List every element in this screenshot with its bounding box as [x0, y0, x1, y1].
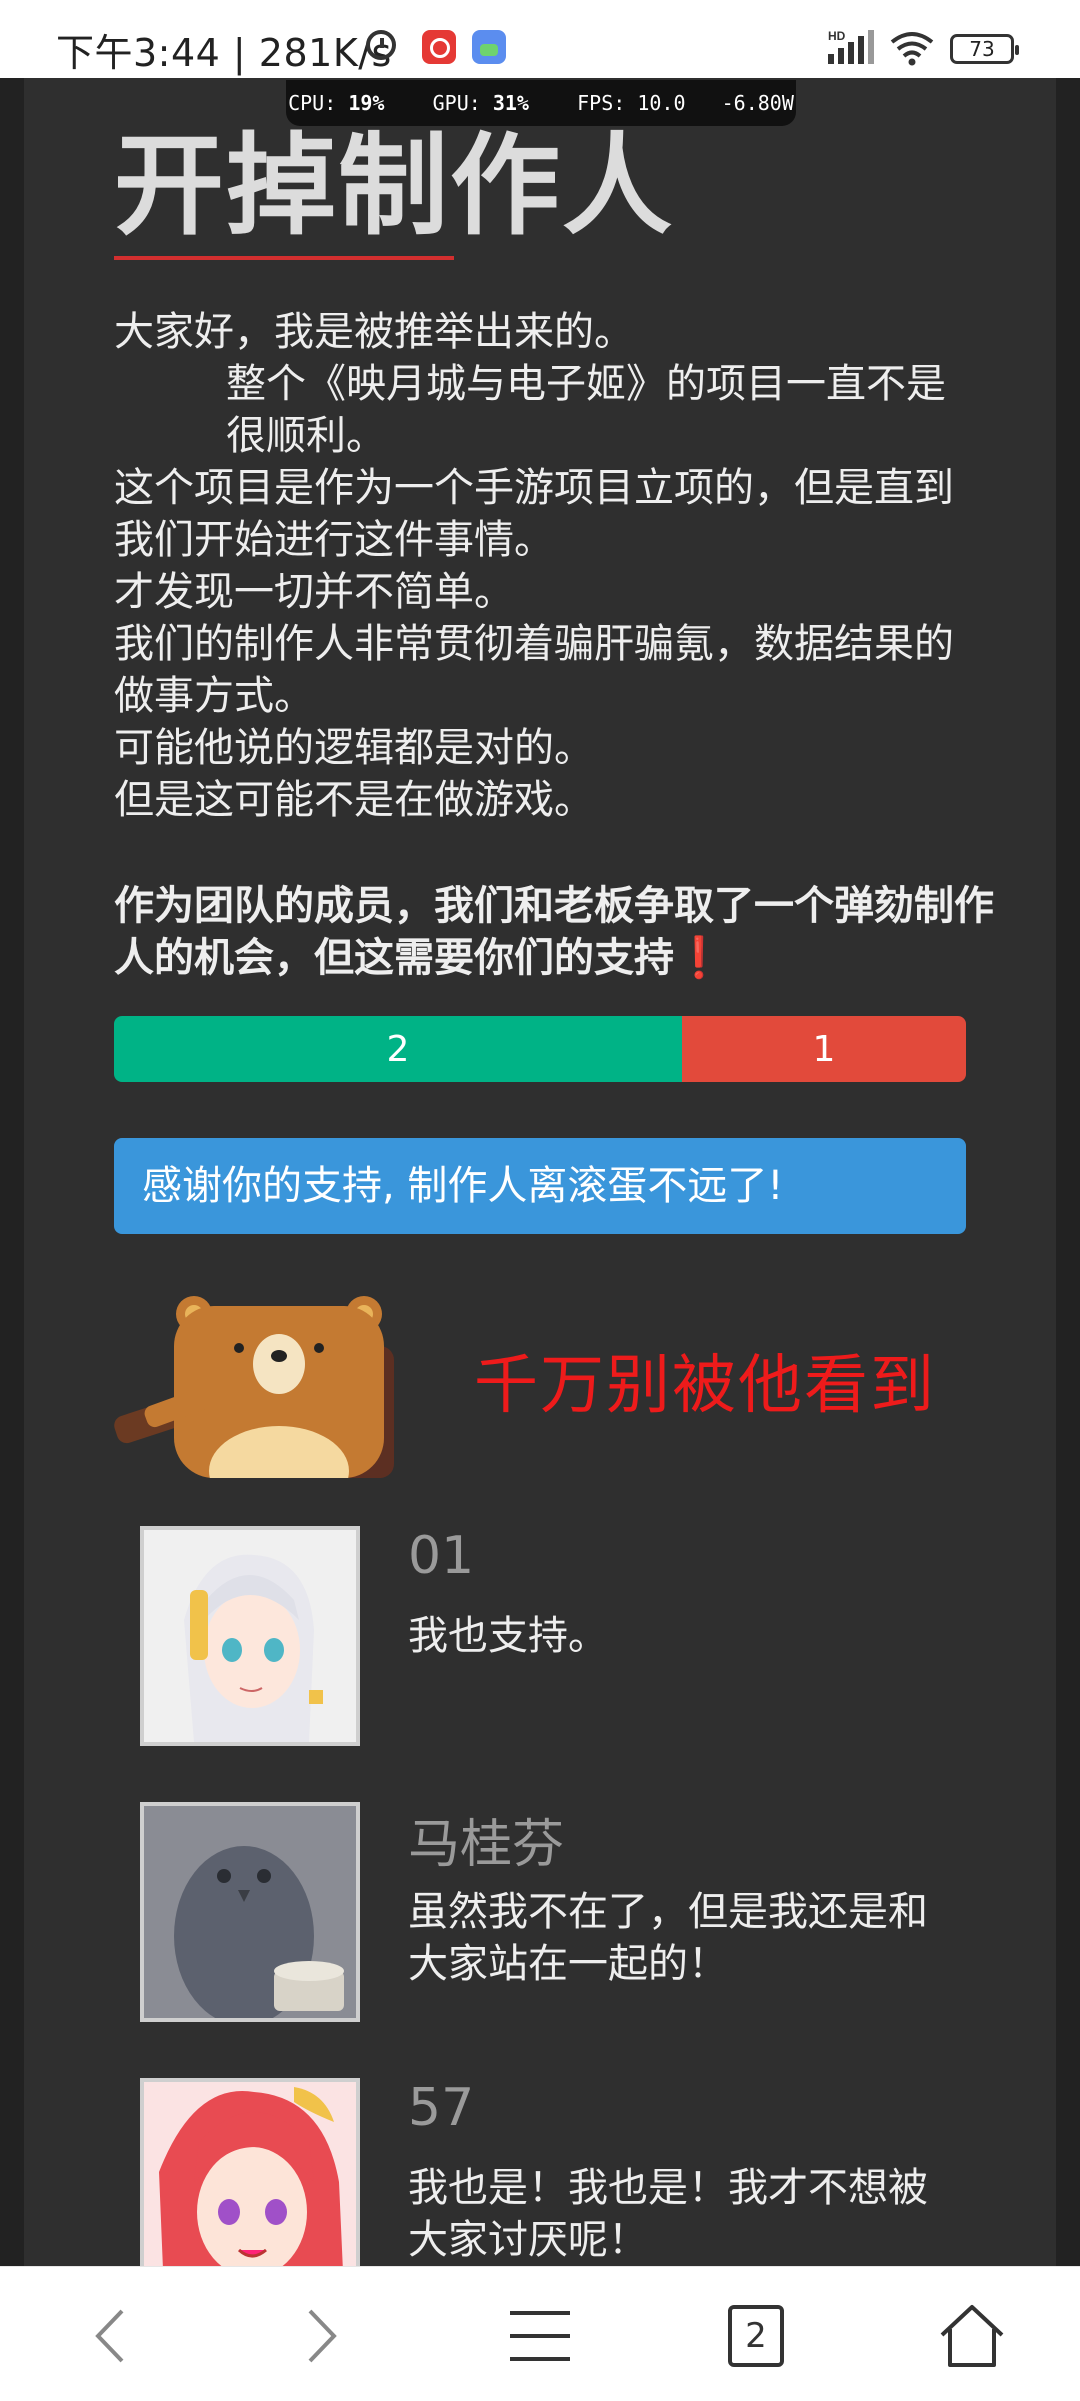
battery-icon: 73: [950, 34, 1019, 64]
call-to-action: 作为团队的成员，我们和老板争取了一个弹劾制作人的机会，但这需要你们的支持❗: [114, 880, 994, 984]
home-icon[interactable]: [932, 2301, 1012, 2371]
status-time-speed: 下午3:44 | 281K/s: [56, 31, 392, 75]
vote-no-segment[interactable]: 1: [682, 1016, 966, 1082]
paragraph: 这个项目是作为一个手游项目立项的，但是直到我们开始进行这件事情。: [114, 465, 954, 563]
bottom-nav: 2: [0, 2266, 1080, 2401]
paragraph: 整个《映月城与电子姬》的项目一直不是很顺利。: [226, 361, 946, 459]
article-body: 大家好，我是被推举出来的。 整个《映月城与电子姬》的项目一直不是很顺利。 这个项…: [114, 306, 984, 826]
paragraph: 大家好，我是被推举出来的。: [114, 309, 634, 355]
red-hair-girl-avatar: [140, 2078, 360, 2266]
app-icon: [422, 30, 456, 64]
article-page: 开掉制作人 大家好，我是被推举出来的。 整个《映月城与电子姬》的项目一直不是很顺…: [24, 78, 1056, 2266]
thanks-button[interactable]: 感谢你的支持, 制作人离滚蛋不远了!: [114, 1138, 966, 1234]
commenter-name: 57: [408, 2078, 475, 2138]
commenter-name: 马桂芬: [408, 1815, 565, 1875]
svg-text:HD: HD: [828, 29, 846, 43]
alarm-icon: [366, 30, 396, 60]
commenter-name: 01: [408, 1526, 475, 1586]
paragraph: 才发现一切并不简单。: [114, 569, 514, 615]
vote-yes-segment[interactable]: 2: [114, 1016, 683, 1082]
gpu-value: 31%: [492, 91, 529, 115]
white-hair-girl-avatar: [140, 1526, 360, 1746]
signal-icon: HD: [828, 29, 874, 64]
comment-text: 虽然我不在了，但是我还是和大家站在一起的！: [408, 1889, 928, 1987]
fps-value: 10.0: [637, 91, 686, 115]
title-underline: [114, 256, 454, 260]
power-value: -6.80W: [721, 91, 794, 115]
perf-overlay: CPU: 19% GPU: 31% FPS: 10.0 -6.80W: [286, 80, 796, 126]
tab-count: 2: [745, 2316, 767, 2356]
paragraph: 我们的制作人非常贯彻着骗肝骗氪，数据结果的做事方式。: [114, 621, 954, 719]
cpu-label: CPU:: [288, 91, 337, 115]
cpu-value: 19%: [348, 91, 385, 115]
paragraph: 可能他说的逻辑都是对的。: [114, 725, 594, 771]
comment-text: 我也支持。: [408, 1613, 608, 1659]
warning-text: 千万别被他看到: [474, 1349, 936, 1423]
bear-mascot-image: [114, 1296, 394, 1478]
exclamation-icon: ❗: [674, 935, 724, 981]
forward-icon[interactable]: [282, 2301, 362, 2371]
comment-text: 我也是！我也是！我才不想被大家讨厌呢！: [408, 2165, 928, 2263]
vote-bar: 2 1: [114, 1016, 966, 1082]
back-icon[interactable]: [70, 2301, 150, 2371]
paragraph: 但是这可能不是在做游戏。: [114, 777, 594, 823]
status-bar: 下午3:44 | 281K/s HD 73: [0, 0, 1080, 78]
gpu-label: GPU:: [432, 91, 481, 115]
owl-avatar: [140, 1802, 360, 2022]
gallery-icon: [472, 30, 506, 64]
tabs-button[interactable]: 2: [716, 2301, 796, 2371]
call-to-action-text: 作为团队的成员，我们和老板争取了一个弹劾制作人的机会，但这需要你们的支持: [114, 883, 994, 981]
fps-label: FPS:: [577, 91, 626, 115]
menu-icon[interactable]: [500, 2301, 580, 2371]
wifi-icon: [890, 32, 934, 66]
